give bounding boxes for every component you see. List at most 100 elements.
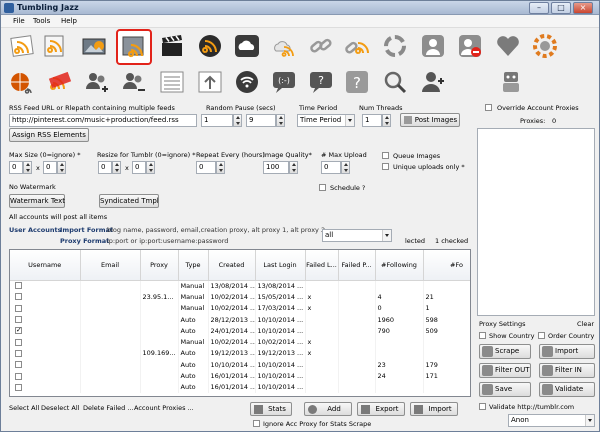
magnifier-icon[interactable]: [382, 69, 408, 95]
list-icon[interactable]: [159, 69, 185, 95]
schedule-checkbox[interactable]: [319, 184, 326, 191]
save-proxies-button[interactable]: Save: [479, 382, 531, 397]
menu-tools[interactable]: Tools: [33, 17, 50, 25]
rss-feed-icon[interactable]: [41, 33, 67, 59]
chat-icon[interactable]: (:-): [271, 69, 297, 95]
table-row[interactable]: Manual 10/02/2014 ... 17/03/2014 ... x 0 1: [10, 302, 470, 314]
globe-rss-icon[interactable]: [9, 69, 35, 95]
row-checkbox[interactable]: [15, 372, 22, 380]
table-row[interactable]: 23.95.1... Manual 10/02/2014 ... 15/05/2014…: [10, 291, 470, 303]
row-checkbox[interactable]: [15, 293, 22, 301]
table-row[interactable]: Manual 13/08/2014 ... 13/08/2014 ...: [10, 280, 470, 292]
table-row[interactable]: Auto 16/01/2014 ... 10/10/2014 ...: [10, 381, 470, 393]
rss-circle-icon[interactable]: [197, 33, 223, 59]
maxsize-w-stepper[interactable]: [23, 161, 32, 174]
import-proxies-button[interactable]: Import: [539, 344, 595, 359]
rss-settings-icon[interactable]: [532, 33, 558, 59]
maxsize-h-stepper[interactable]: [57, 161, 66, 174]
link-icon[interactable]: [308, 33, 334, 59]
queue-images-checkbox[interactable]: [382, 152, 389, 159]
row-checkbox[interactable]: ✓: [15, 327, 22, 335]
cloud-rss-icon[interactable]: [271, 33, 297, 59]
ignore-proxy-checkbox[interactable]: [253, 420, 260, 427]
order-country-checkbox[interactable]: [538, 332, 545, 339]
rss-feed-icon[interactable]: [9, 33, 35, 59]
stats-button[interactable]: Stats: [250, 402, 292, 416]
table-row[interactable]: 109.169... Auto 19/12/2013 ... 19/12/2013 .…: [10, 347, 470, 360]
validate-url-checkbox[interactable]: [479, 403, 486, 410]
table-row[interactable]: Auto 28/12/2013 ... 10/10/2014 ... 1960 598: [10, 313, 470, 326]
help-chat-icon[interactable]: ?: [308, 69, 334, 95]
table-row[interactable]: Manual 10/02/2014 ... 10/02/2014 ... x: [10, 336, 470, 348]
maximize-button[interactable]: □: [551, 2, 571, 14]
show-country-checkbox[interactable]: [479, 332, 486, 339]
table-row[interactable]: Auto 16/01/2014 ... 10/10/2014 ... 24 171: [10, 370, 470, 382]
column-header[interactable]: Username: [10, 250, 81, 281]
rss-url-field[interactable]: http://pinterest.com/music+production/fe…: [9, 114, 197, 127]
column-header[interactable]: Failed L...: [305, 250, 339, 281]
column-header[interactable]: Proxy: [140, 250, 179, 281]
maxupload-field[interactable]: 0: [321, 161, 341, 174]
menu-help[interactable]: Help: [61, 17, 77, 25]
maxsize-w-field[interactable]: 0: [9, 161, 23, 174]
resize-w-field[interactable]: 0: [98, 161, 112, 174]
threads-field[interactable]: 1: [362, 114, 382, 127]
pause-min-stepper[interactable]: [233, 114, 242, 127]
robot-icon[interactable]: [498, 69, 524, 95]
help-icon[interactable]: ?: [344, 69, 370, 95]
export-button[interactable]: Export: [357, 402, 405, 416]
resize-w-stepper[interactable]: [112, 161, 121, 174]
rss-link-icon[interactable]: [344, 33, 370, 59]
quality-stepper[interactable]: [289, 161, 298, 174]
pause-max-stepper[interactable]: [276, 114, 285, 127]
period-select[interactable]: Time Period: [297, 114, 355, 127]
select-all-link[interactable]: Select All: [9, 404, 39, 412]
account-filter-select[interactable]: all: [322, 229, 392, 242]
user-portrait-icon[interactable]: [420, 33, 446, 59]
resize-h-stepper[interactable]: [146, 161, 155, 174]
proxy-list[interactable]: [477, 128, 595, 316]
row-checkbox[interactable]: [15, 338, 22, 346]
column-header[interactable]: Last Login: [255, 250, 306, 281]
rss-cancel-icon[interactable]: [47, 69, 73, 95]
assign-rss-button[interactable]: Assign RSS Elements: [9, 128, 89, 142]
anon-select[interactable]: Anon: [508, 414, 595, 427]
menu-file[interactable]: File: [13, 17, 25, 25]
row-checkbox[interactable]: [15, 383, 22, 391]
repeat-field[interactable]: 0: [196, 161, 216, 174]
unique-uploads-checkbox[interactable]: [382, 163, 389, 170]
scrape-button[interactable]: Scrape: [479, 344, 531, 359]
repeat-stepper[interactable]: [216, 161, 225, 174]
maxsize-h-field[interactable]: 0: [43, 161, 57, 174]
column-header[interactable]: Created: [208, 250, 256, 281]
add-users-icon[interactable]: [84, 69, 110, 95]
column-header[interactable]: Email: [80, 250, 141, 281]
minimize-button[interactable]: –: [529, 2, 549, 14]
post-images-button[interactable]: Post Images: [400, 113, 460, 127]
users-remove-icon[interactable]: [121, 69, 147, 95]
validate-button[interactable]: Validate: [539, 382, 595, 397]
delete-failed-link[interactable]: Delete Failed ...: [83, 404, 134, 412]
column-header[interactable]: Failed P...: [338, 250, 376, 281]
clapperboard-icon[interactable]: [159, 33, 185, 59]
table-row[interactable]: Auto 10/10/2014 ... 10/10/2014 ... 23 179: [10, 359, 470, 371]
clear-link[interactable]: Clear: [577, 320, 594, 328]
refresh-circle-icon[interactable]: [382, 33, 408, 59]
quality-field[interactable]: 100: [263, 161, 289, 174]
row-checkbox[interactable]: [15, 282, 22, 290]
cloud-rss-icon[interactable]: [234, 33, 260, 59]
add-person-icon[interactable]: [420, 69, 446, 95]
row-checkbox[interactable]: [15, 304, 22, 312]
override-proxies-checkbox[interactable]: [485, 104, 492, 111]
filter-in-button[interactable]: Filter IN: [539, 363, 595, 378]
row-checkbox[interactable]: [15, 349, 22, 357]
threads-stepper[interactable]: [382, 114, 391, 127]
syndicated-tmpl-button[interactable]: Syndicated Tmpl: [99, 194, 159, 208]
watermark-text-button[interactable]: Watermark Text: [9, 194, 65, 208]
column-header[interactable]: Type: [178, 250, 209, 281]
table-row[interactable]: ✓ Auto 24/01/2014 ... 10/10/2014 ... 790 509: [10, 325, 470, 337]
image-rss-icon[interactable]: [81, 33, 107, 59]
filter-out-button[interactable]: Filter OUT: [479, 363, 531, 378]
import-accounts-button[interactable]: Import: [410, 402, 458, 416]
heart-icon[interactable]: [495, 33, 521, 59]
